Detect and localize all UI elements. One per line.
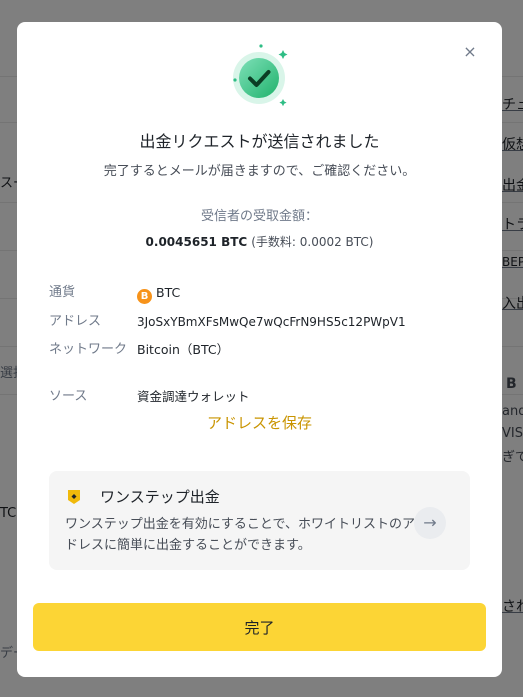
currency-value: BTC (156, 285, 181, 300)
modal-subtitle: 完了するとメールが届きますので、ご確認ください。 (103, 164, 416, 179)
save-address-link[interactable]: アドレスを保存 (17, 412, 502, 433)
source-label: ソース (49, 389, 88, 404)
currency-value-wrap: B BTC (137, 283, 180, 304)
modal-title: 出金リクエストが送信されました (139, 132, 380, 151)
close-icon[interactable]: × (462, 44, 478, 60)
success-check-icon (223, 42, 295, 114)
withdrawal-success-modal: × 出金リクエストが送信されました 完了するとメールが届きますので、ご確認くださ… (17, 22, 502, 677)
network-label: ネットワーク (49, 342, 128, 357)
address-label: アドレス (49, 314, 102, 329)
network-value: Bitcoin（BTC） (137, 342, 230, 357)
shield-badge-icon (66, 489, 82, 505)
btc-coin-icon: B (137, 289, 152, 304)
done-button[interactable]: 完了 (33, 603, 486, 651)
source-value: 資金調達ウォレット (137, 389, 250, 404)
arrow-right-icon[interactable]: → (414, 507, 446, 539)
received-amount: 0.0045651 BTC (手数料: 0.0002 BTC) (17, 233, 502, 250)
fee-value: (手数料: 0.0002 BTC) (251, 235, 374, 249)
received-amount-label: 受信者の受取金額： (200, 209, 318, 224)
currency-label: 通貨 (49, 285, 76, 300)
amount-value: 0.0045651 BTC (145, 235, 248, 249)
onestep-withdrawal-card[interactable]: ワンステップ出金 ワンステップ出金を有効にすることで、ホワイトリストのアドレスに… (49, 471, 470, 570)
address-value: 3JoSxYBmXFsMwQe7wQcFrN9HS5c12PWpV1 (137, 315, 406, 329)
onestep-title: ワンステップ出金 (100, 488, 220, 506)
onestep-description: ワンステップ出金を有効にすることで、ホワイトリストのアドレスに簡単に出金すること… (65, 517, 415, 553)
